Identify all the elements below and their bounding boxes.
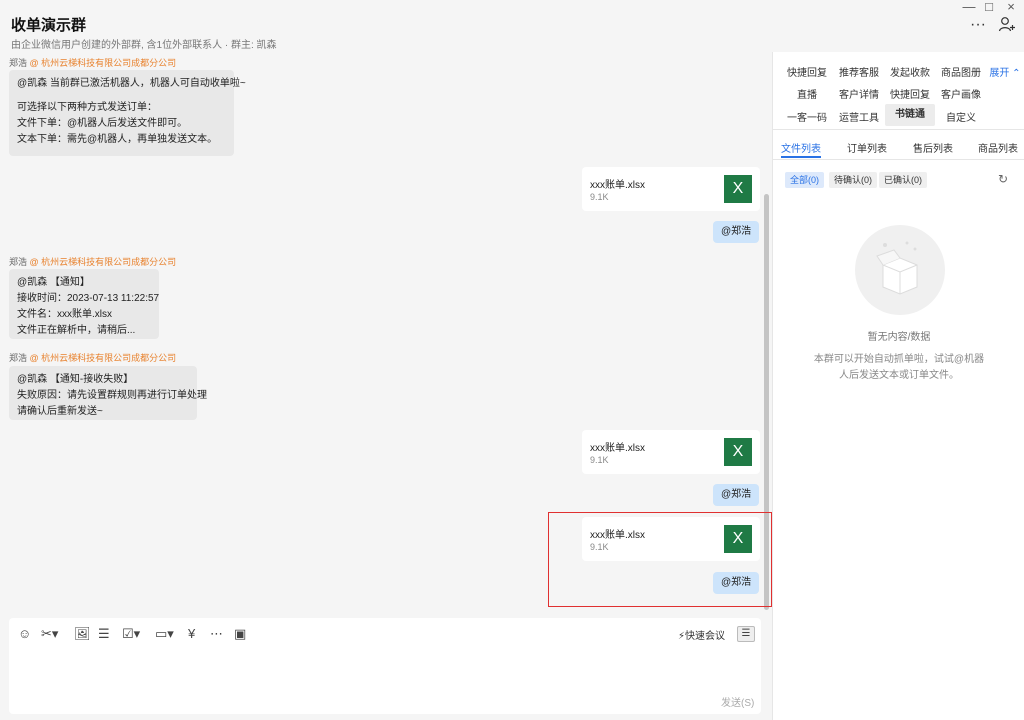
tool-one-code[interactable]: 一客一码 xyxy=(783,109,831,124)
chat-header: 收单演示群 由企业微信用户创建的外部群, 含1位外部联系人 · 群主: 凯森 —… xyxy=(0,0,1024,52)
close-icon[interactable]: × xyxy=(1000,0,1022,14)
tool-recommend-service[interactable]: 推荐客服 xyxy=(835,64,883,79)
empty-state-description: 本群可以开始自动抓单啦，试试@机器人后发送文本或订单文件。 xyxy=(813,354,985,381)
sender-name: 郑浩 xyxy=(9,353,28,363)
tool-custom[interactable]: 自定义 xyxy=(937,109,985,124)
refresh-icon[interactable]: ↻ xyxy=(998,172,1008,186)
message-line: 文件名：xxx账单.xlsx xyxy=(17,309,112,320)
red-packet-icon[interactable]: ¥ xyxy=(188,626,195,641)
panel-divider xyxy=(773,129,1024,130)
add-member-icon[interactable] xyxy=(998,16,1016,37)
file-name: xxx账单.xlsx xyxy=(590,180,645,191)
message-line xyxy=(17,92,226,100)
expand-button[interactable]: 展开 ⌃ xyxy=(985,64,1024,79)
tool-quick-reply[interactable]: 快捷回复 xyxy=(783,64,831,79)
checkbox-icon[interactable]: ☑▾ xyxy=(122,626,140,642)
tab-after-sales-list[interactable]: 售后列表 xyxy=(913,140,953,155)
message-line: 请确认后重新发送~ xyxy=(17,406,103,417)
file-size: 9.1K xyxy=(590,192,609,202)
message-line: 接收时间：2023-07-13 11:22:57 xyxy=(17,293,160,304)
sender-name: 郑浩 xyxy=(9,257,28,267)
folder-icon[interactable]: ▭▾ xyxy=(155,626,174,642)
mention-bubble[interactable]: @郑浩 xyxy=(713,484,760,506)
highlight-box xyxy=(548,512,772,607)
tool-quick-reply-2[interactable]: 快捷回复 xyxy=(886,86,934,101)
active-tab-indicator xyxy=(781,156,821,158)
tool-customer-detail[interactable]: 客户详情 xyxy=(835,86,883,101)
message-sender: 郑浩 @ 杭州云梯科技有限公司成都分公司 xyxy=(9,56,176,69)
tool-live[interactable]: 直播 xyxy=(783,86,831,101)
tool-shulian[interactable]: 书链通 xyxy=(885,104,935,126)
tab-product-list[interactable]: 商品列表 xyxy=(978,140,1018,155)
file-name: xxx账单.xlsx xyxy=(590,443,645,454)
file-message[interactable]: xxx账单.xlsx 9.1K X xyxy=(582,167,760,211)
emoji-icon[interactable]: ☺ xyxy=(18,626,31,641)
filter-all[interactable]: 全部(0) xyxy=(785,172,824,188)
filter-confirmed[interactable]: 已确认(0) xyxy=(879,172,927,188)
tool-operations[interactable]: 运营工具 xyxy=(835,109,883,124)
more-circle-icon[interactable]: ⋯ xyxy=(210,626,223,642)
sender-name: 郑浩 xyxy=(9,58,28,68)
file-message[interactable]: xxx账单.xlsx 9.1K X xyxy=(582,430,760,474)
mention-bubble[interactable]: @郑浩 xyxy=(713,221,760,243)
group-title: 收单演示群 xyxy=(11,17,87,34)
screen-icon[interactable]: ▣ xyxy=(234,626,246,642)
message-sender: 郑浩 @ 杭州云梯科技有限公司成都分公司 xyxy=(9,351,176,364)
message-line: @凯森 【通知-接收失败】 xyxy=(17,374,134,385)
message-sender: 郑浩 @ 杭州云梯科技有限公司成都分公司 xyxy=(9,255,176,268)
filter-pending[interactable]: 待确认(0) xyxy=(829,172,877,188)
tab-order-list[interactable]: 订单列表 xyxy=(847,140,887,155)
message-bubble[interactable]: @凯森 【通知-接收失败】 失败原因：请先设置群规则再进行订单处理 请确认后重新… xyxy=(9,366,207,420)
message-line: 失败原因：请先设置群规则再进行订单处理 xyxy=(17,390,207,401)
tool-customer-profile[interactable]: 客户画像 xyxy=(937,86,985,101)
group-subtitle: 由企业微信用户创建的外部群, 含1位外部联系人 · 群主: 凯森 xyxy=(11,40,277,51)
message-line: 文件正在解析中，请稍后... xyxy=(17,325,136,336)
minimize-icon[interactable]: — xyxy=(958,0,980,14)
sender-company: @ 杭州云梯科技有限公司成都分公司 xyxy=(29,353,177,363)
quick-meeting-button[interactable]: ⚡快速会议 xyxy=(678,627,725,642)
scissors-icon[interactable]: ✂▾ xyxy=(41,626,58,642)
empty-state-title: 暂无内容/数据 xyxy=(867,332,931,343)
message-bubble[interactable]: @凯森 【通知】 接收时间：2023-07-13 11:22:57 文件名：xx… xyxy=(9,269,159,339)
empty-box-illustration xyxy=(855,225,945,315)
more-icon[interactable]: ··· xyxy=(970,16,986,34)
message-line: 可选择以下两种方式发送订单： xyxy=(17,102,157,113)
excel-icon: X xyxy=(724,438,752,466)
message-line: 文件下单：@机器人后发送文件即可。 xyxy=(17,118,188,129)
sender-company: @ 杭州云梯科技有限公司成都分公司 xyxy=(29,58,177,68)
sender-company: @ 杭州云梯科技有限公司成都分公司 xyxy=(29,257,177,267)
message-line: @凯森 【通知】 xyxy=(17,277,90,288)
maximize-icon[interactable]: □ xyxy=(978,0,1000,14)
tab-file-list[interactable]: 文件列表 xyxy=(781,140,821,155)
tool-product-catalog[interactable]: 商品图册 xyxy=(937,64,985,79)
tool-collect-payment[interactable]: 发起收款 xyxy=(886,64,934,79)
panel-divider xyxy=(773,159,1024,160)
side-panel: 快捷回复 推荐客服 发起收款 商品图册 展开 ⌃ 直播 客户详情 快捷回复 客户… xyxy=(772,52,1024,720)
panel-toggle-icon[interactable]: ☰ xyxy=(737,626,755,642)
message-line: 文本下单：需先@机器人，再单独发送文本。 xyxy=(17,134,218,145)
excel-icon: X xyxy=(724,175,752,203)
document-icon[interactable]: ☰ xyxy=(98,626,110,642)
send-button[interactable]: 发送(S) xyxy=(721,694,754,709)
file-size: 9.1K xyxy=(590,455,609,465)
message-line: @凯森 当前群已激活机器人，机器人可自动收单啦~ xyxy=(17,78,246,89)
message-composer[interactable]: ☺ ✂▾ 🖼 ☰ ☑▾ ▭▾ ¥ ⋯ ▣ ⚡快速会议 ☰ 发送(S) xyxy=(9,618,761,714)
image-icon[interactable]: 🖼 xyxy=(74,626,91,642)
message-bubble[interactable]: @凯森 当前群已激活机器人，机器人可自动收单啦~ 可选择以下两种方式发送订单： … xyxy=(9,70,246,156)
